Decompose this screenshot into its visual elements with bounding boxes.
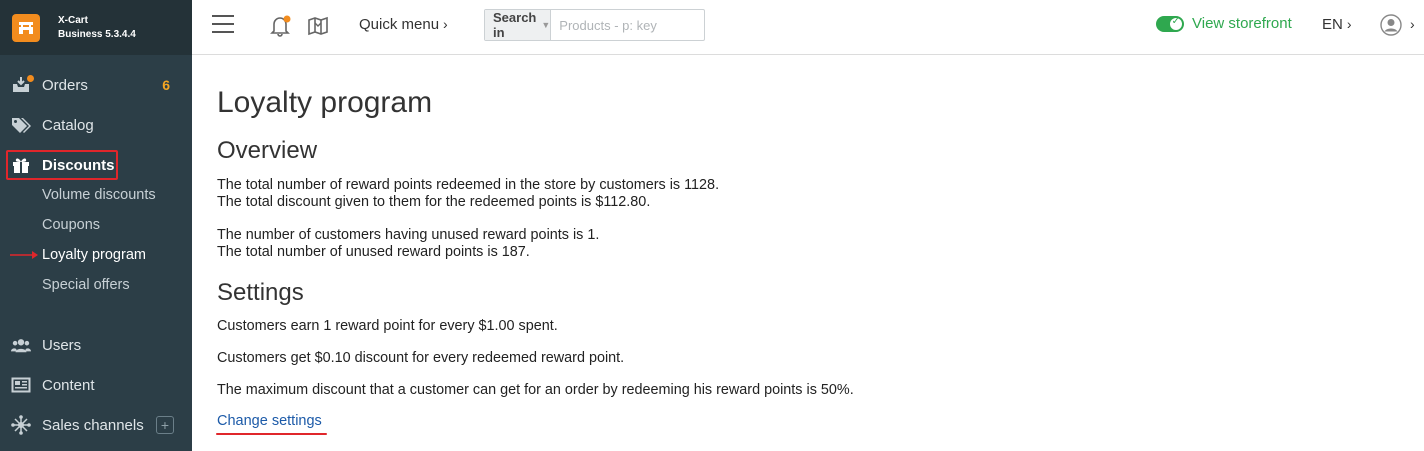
sidebar-item-content[interactable]: Content bbox=[0, 370, 192, 400]
settings-text: Customers get $0.10 discount for every r… bbox=[217, 350, 625, 366]
language-label: EN bbox=[1322, 16, 1343, 33]
top-header: Quick menu› Search in▼ ✓ View storefront… bbox=[192, 0, 1424, 55]
brand-name: X-Cart Business 5.3.4.4 bbox=[58, 14, 136, 42]
xcart-logo-icon bbox=[12, 13, 40, 42]
view-storefront-toggle[interactable]: ✓ View storefront bbox=[1156, 15, 1292, 32]
sidebar-item-catalog[interactable]: Catalog bbox=[0, 110, 192, 140]
sidebar-item-label: Catalog bbox=[42, 116, 94, 134]
search-in-select[interactable]: Search in ▼ bbox=[485, 10, 552, 40]
search-input[interactable] bbox=[551, 10, 736, 40]
page-title: Loyalty program bbox=[217, 86, 433, 119]
notification-dot bbox=[27, 75, 34, 82]
overview-text: The total number of reward points redeem… bbox=[217, 177, 720, 193]
red-underline-annotation bbox=[216, 433, 327, 435]
quick-menu-label: Quick menu bbox=[359, 16, 440, 33]
sidebar-item-discounts[interactable]: Discounts bbox=[0, 150, 192, 180]
sidebar-item-orders[interactable]: Orders 6 bbox=[0, 70, 192, 100]
storefront-toggle-switch[interactable]: ✓ bbox=[1156, 15, 1184, 32]
quick-menu-button[interactable]: Quick menu › bbox=[359, 16, 448, 33]
sidebar-item-volume-discounts[interactable]: Volume discounts bbox=[0, 180, 192, 210]
orders-count-badge: 6 bbox=[162, 77, 170, 93]
search-in-label: Search in bbox=[493, 10, 537, 40]
change-settings-link[interactable]: Change settings bbox=[217, 413, 322, 429]
sidebar-item-coupons[interactable]: Coupons bbox=[0, 210, 192, 240]
overview-text: The number of customers having unused re… bbox=[217, 227, 600, 243]
brand[interactable]: X-Cart Business 5.3.4.4 bbox=[0, 0, 192, 55]
users-icon bbox=[11, 335, 31, 355]
store-map-icon[interactable] bbox=[306, 14, 330, 38]
network-icon bbox=[11, 415, 31, 435]
tags-icon bbox=[11, 115, 31, 135]
sidebar-item-label: Content bbox=[42, 376, 95, 394]
brand-version: Business 5.3.4.4 bbox=[58, 28, 136, 40]
sidebar-item-special-offers[interactable]: Special offers bbox=[0, 270, 192, 300]
sidebar-item-label: Loyalty program bbox=[42, 247, 146, 263]
chevron-right-icon: › bbox=[443, 16, 448, 32]
sidebar-item-label: Discounts bbox=[42, 156, 115, 174]
search-box: Search in ▼ bbox=[484, 9, 736, 41]
sidebar-item-label: Volume discounts bbox=[42, 187, 156, 203]
user-avatar-icon[interactable] bbox=[1380, 14, 1402, 36]
sidebar-item-label: Users bbox=[42, 336, 82, 354]
sidebar-item-label: Coupons bbox=[42, 217, 101, 233]
sidebar-item-label: Sales channels bbox=[42, 416, 144, 434]
overview-text: The total number of unused reward points… bbox=[217, 244, 530, 260]
brand-line1: X-Cart bbox=[58, 14, 89, 26]
sidebar: X-Cart Business 5.3.4.4 Orders 6 Catalog… bbox=[0, 0, 192, 451]
view-storefront-label: View storefront bbox=[1192, 15, 1292, 32]
sidebar-item-label: Orders bbox=[42, 76, 88, 94]
chevron-right-icon: › bbox=[1346, 16, 1352, 32]
chevron-right-icon: › bbox=[1410, 16, 1415, 32]
sidebar-item-loyalty-program[interactable]: Loyalty program bbox=[0, 240, 192, 270]
caret-down-icon: ▼ bbox=[541, 20, 551, 30]
settings-heading: Settings bbox=[217, 279, 304, 306]
settings-text: The maximum discount that a customer can… bbox=[217, 382, 854, 398]
gift-icon bbox=[11, 155, 31, 175]
sidebar-item-label: Special offers bbox=[42, 277, 130, 293]
add-sales-channel-button[interactable]: + bbox=[156, 416, 174, 434]
newspaper-icon bbox=[11, 375, 31, 395]
sidebar-item-users[interactable]: Users bbox=[0, 330, 192, 360]
sidebar-item-sales-channels[interactable]: Sales channels + bbox=[0, 410, 192, 440]
red-arrow-icon bbox=[10, 251, 38, 259]
hamburger-menu-icon[interactable] bbox=[212, 15, 234, 35]
overview-heading: Overview bbox=[217, 137, 318, 164]
overview-text: The total discount given to them for the… bbox=[217, 194, 651, 210]
language-selector[interactable]: EN › bbox=[1322, 16, 1352, 33]
bell-icon[interactable] bbox=[268, 14, 292, 38]
check-icon: ✓ bbox=[1171, 15, 1180, 27]
settings-text: Customers earn 1 reward point for every … bbox=[217, 318, 558, 334]
